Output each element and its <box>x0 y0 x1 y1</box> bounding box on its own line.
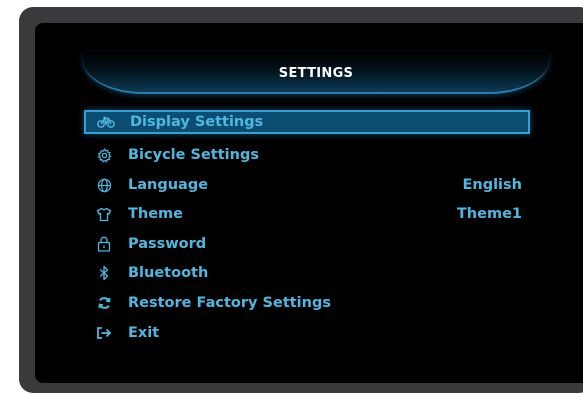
restore-icon <box>90 293 118 313</box>
menu-item-bluetooth[interactable]: Bluetooth <box>84 261 530 285</box>
theme-value: Theme1 <box>456 206 522 222</box>
menu-item-label: Password <box>128 236 207 252</box>
menu-item-label: Restore Factory Settings <box>128 295 331 311</box>
menu-item-label: Bicycle Settings <box>128 147 259 163</box>
gear-icon <box>90 145 118 165</box>
language-value: English <box>462 177 522 193</box>
lock-icon <box>90 234 118 254</box>
menu-item-restore-factory-settings[interactable]: Restore Factory Settings <box>84 291 530 315</box>
menu-item-display-settings[interactable]: Display Settings <box>84 110 530 134</box>
menu-item-bicycle-settings[interactable]: Bicycle Settings <box>84 143 530 167</box>
globe-icon <box>90 175 118 195</box>
menu-item-label: Theme <box>128 206 183 222</box>
menu-item-label: Language <box>128 177 209 193</box>
menu-item-theme[interactable]: Theme Theme1 <box>84 202 530 226</box>
menu-item-password[interactable]: Password <box>84 232 530 256</box>
bicycle-icon <box>92 112 120 132</box>
menu-item-label: Exit <box>128 325 160 341</box>
menu-item-label: Display Settings <box>130 114 264 130</box>
menu-item-label: Bluetooth <box>128 265 209 281</box>
bluetooth-icon <box>90 263 118 283</box>
shirt-icon <box>90 204 118 224</box>
page-title: SETTINGS <box>278 66 354 81</box>
exit-icon <box>90 323 118 343</box>
menu-item-exit[interactable]: Exit <box>84 321 530 345</box>
menu-item-language[interactable]: Language English <box>84 173 530 197</box>
